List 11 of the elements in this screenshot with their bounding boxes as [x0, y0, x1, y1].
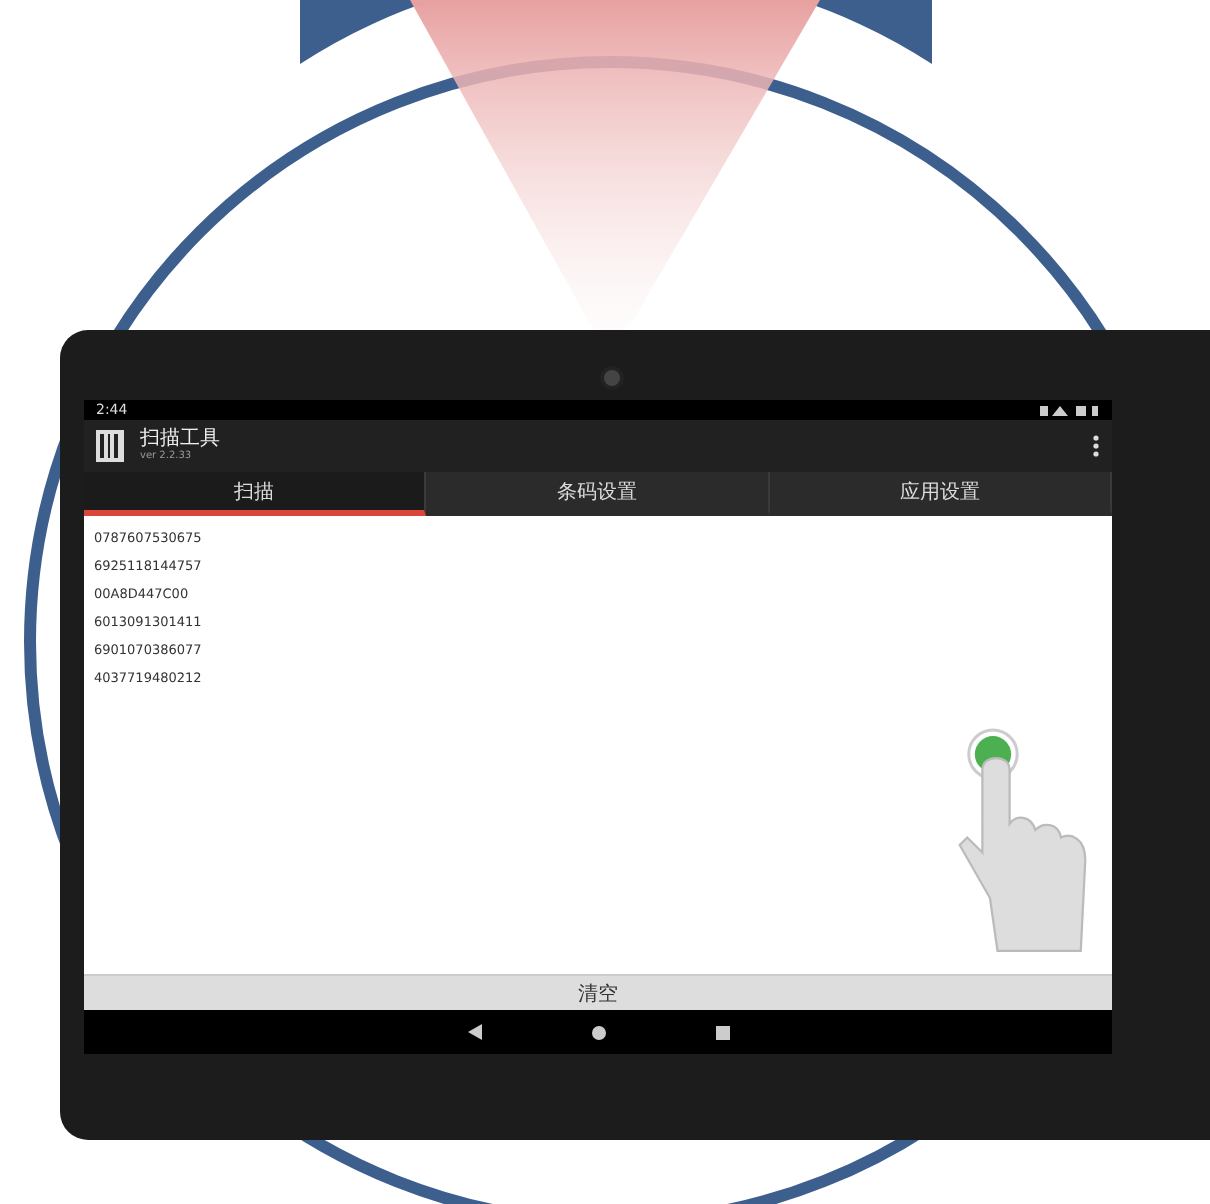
status-icons — [1040, 403, 1100, 417]
tab[interactable]: 扫描 — [84, 472, 427, 516]
back-icon[interactable] — [467, 1024, 481, 1040]
more-menu-icon[interactable] — [1092, 434, 1100, 458]
camera-icon — [600, 366, 624, 390]
barcode-icon — [96, 430, 124, 462]
home-icon[interactable] — [591, 1025, 605, 1039]
tab[interactable]: 应用设置 — [769, 472, 1112, 516]
app-title: 扫描工具 — [140, 428, 222, 450]
recents-icon[interactable] — [715, 1025, 729, 1039]
clear-button[interactable]: 清空 — [84, 974, 1112, 1010]
